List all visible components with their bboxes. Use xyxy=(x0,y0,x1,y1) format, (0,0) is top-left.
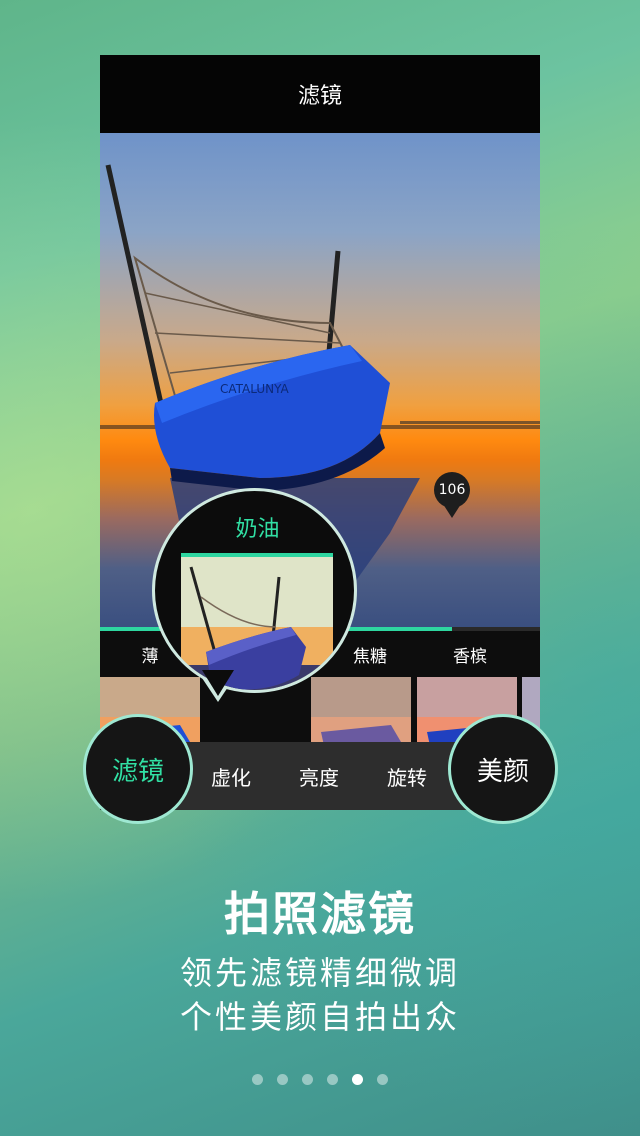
page-dot[interactable] xyxy=(277,1074,288,1085)
promo-headline: 拍照滤镜 xyxy=(224,887,416,941)
blur-tool-button[interactable]: 虚化 xyxy=(190,742,272,810)
page-dot[interactable] xyxy=(352,1074,363,1085)
page-dot[interactable] xyxy=(377,1074,388,1085)
phone-screen: 滤镜 CATALUNYA 薄 焦糖 香槟 虚化 亮度 旋转 xyxy=(100,55,540,810)
magnifier-tail-inner xyxy=(202,670,234,696)
filter-mode-button[interactable]: 滤镜 xyxy=(83,714,193,824)
page-dot[interactable] xyxy=(327,1074,338,1085)
page-dot[interactable] xyxy=(302,1074,313,1085)
rotate-tool-button[interactable]: 旋转 xyxy=(366,742,448,810)
pin-tip xyxy=(443,504,461,518)
brightness-tool-button[interactable]: 亮度 xyxy=(278,742,360,810)
intensity-value-pin[interactable]: 106 xyxy=(434,472,470,518)
selected-filter-name: 奶油 xyxy=(235,517,280,542)
promo-line-2: 个性美颜自拍出众 xyxy=(179,998,460,1036)
intensity-value: 106 xyxy=(434,472,470,508)
screen-title: 滤镜 xyxy=(100,55,540,133)
svg-text:CATALUNYA: CATALUNYA xyxy=(220,382,290,396)
promo-line-1: 领先滤镜精细微调 xyxy=(179,954,460,992)
filter-name-3[interactable]: 香槟 xyxy=(420,631,520,677)
beauty-mode-button[interactable]: 美颜 xyxy=(448,714,558,824)
selected-filter-magnifier[interactable]: 奶油 xyxy=(152,488,357,693)
page-dot[interactable] xyxy=(252,1074,263,1085)
page-indicator xyxy=(0,1074,640,1090)
